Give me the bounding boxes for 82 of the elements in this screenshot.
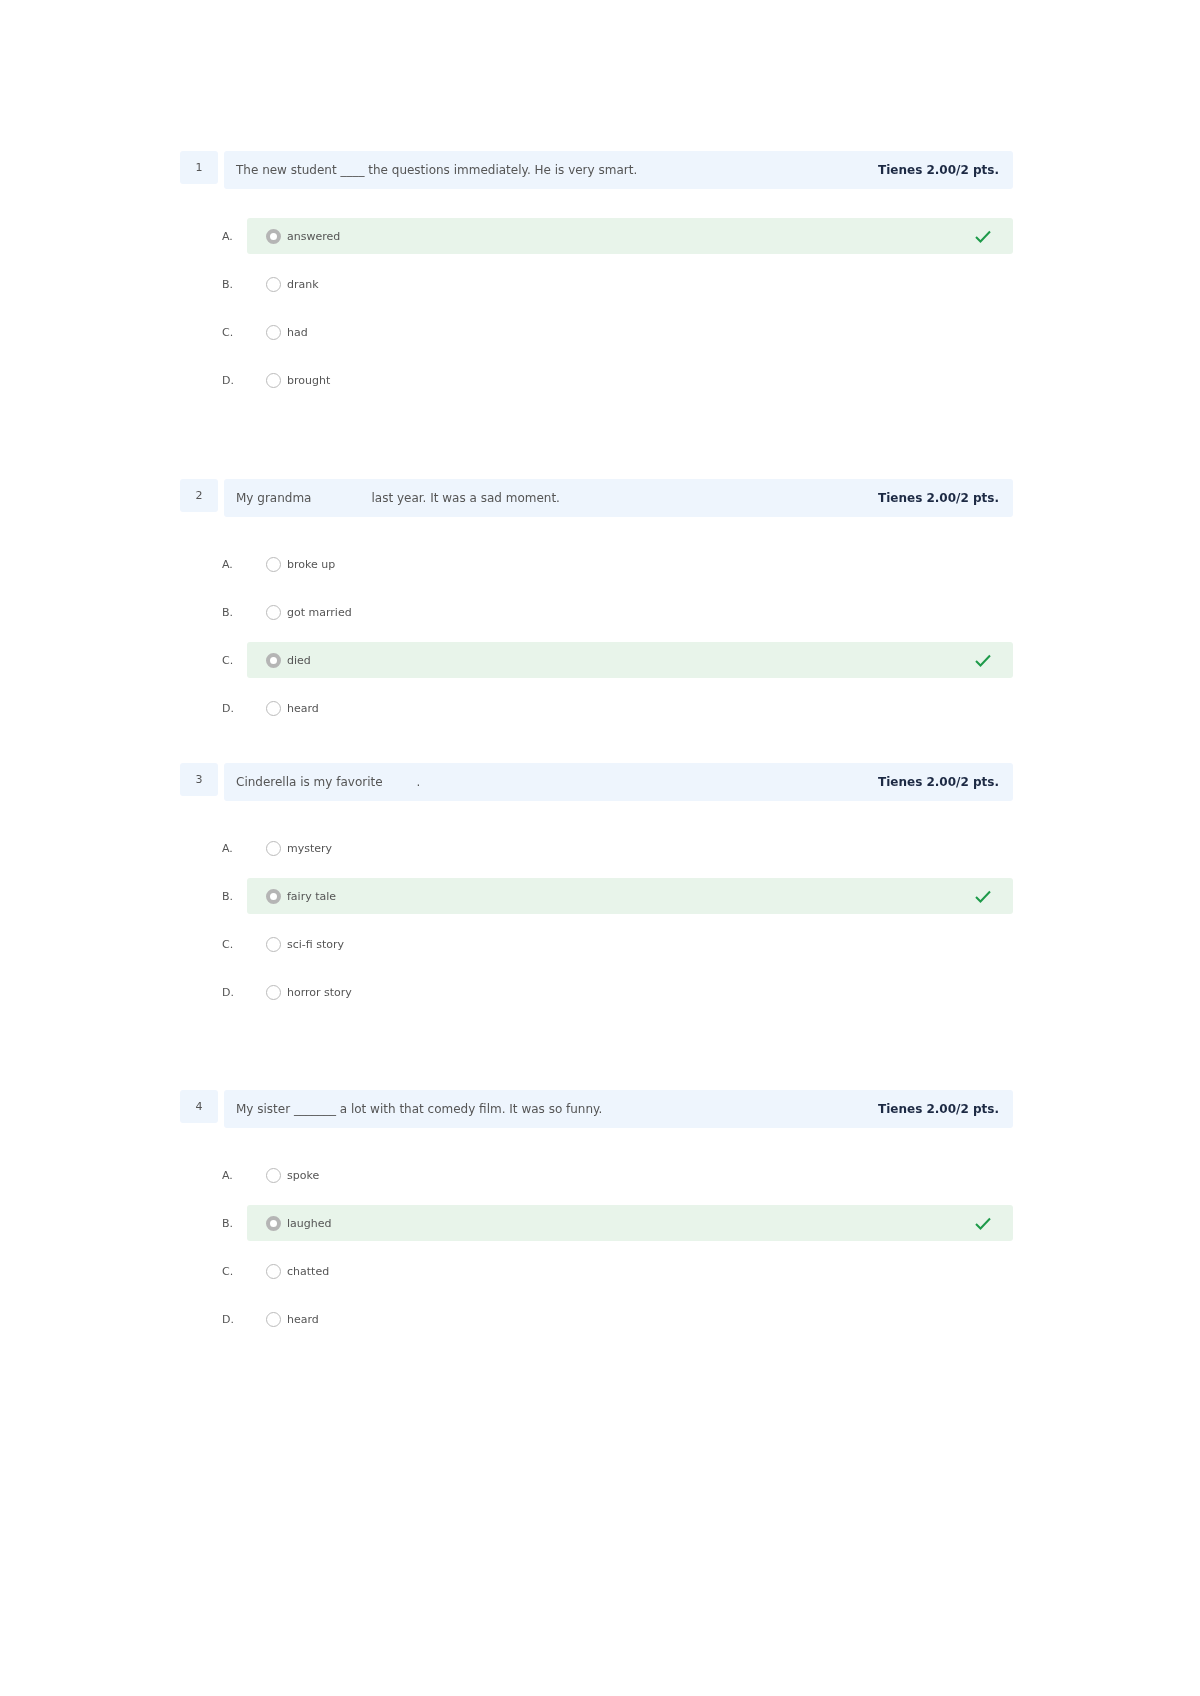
question-text: Cinderella is my favorite	[236, 775, 383, 789]
answer-option[interactable]: laughed	[247, 1205, 1013, 1241]
option-text: spoke	[287, 1168, 320, 1182]
option-letter: D.	[221, 373, 235, 387]
option-letter: D.	[221, 985, 235, 999]
answer-option[interactable]: mystery	[247, 830, 1013, 866]
option-text: sci-fi story	[287, 937, 345, 951]
question-number: 2	[180, 479, 218, 512]
answer-option[interactable]: horror story	[247, 974, 1013, 1010]
option-letter: B.	[221, 277, 235, 291]
radio-button[interactable]	[266, 984, 281, 1000]
option-letter: C.	[221, 653, 235, 667]
answer-option[interactable]: fairy tale	[247, 878, 1013, 914]
radio-button[interactable]	[266, 700, 281, 716]
radio-button[interactable]	[266, 372, 281, 388]
option-letter: A.	[221, 1168, 234, 1182]
score-text: Tienes 2.00/2 pts.	[878, 1102, 999, 1116]
question-text: .	[416, 775, 421, 789]
option-letter: B.	[221, 1216, 235, 1230]
answer-option[interactable]: had	[247, 314, 1013, 350]
radio-button[interactable]	[266, 1263, 281, 1279]
option-text: answered	[287, 229, 341, 243]
answer-option[interactable]: died	[247, 642, 1013, 678]
question-number: 1	[180, 151, 218, 184]
answer-option[interactable]: broke up	[247, 546, 1013, 582]
option-letter: A.	[221, 229, 234, 243]
option-text: drank	[287, 277, 319, 291]
option-text: mystery	[287, 841, 333, 855]
question-text: My grandma	[236, 491, 312, 505]
radio-button[interactable]	[266, 1311, 281, 1327]
radio-button[interactable]	[266, 324, 281, 340]
question-number: 3	[180, 763, 218, 796]
answer-option[interactable]: spoke	[247, 1157, 1013, 1193]
question-text: My sister _______ a lot with that comedy film. It was so funny.	[236, 1102, 603, 1116]
radio-button[interactable]	[266, 1215, 281, 1231]
answer-option[interactable]: got married	[247, 594, 1013, 630]
answer-option[interactable]: sci-fi story	[247, 926, 1013, 962]
radio-button[interactable]	[266, 1167, 281, 1183]
option-letter: B.	[221, 889, 235, 903]
option-letter: D.	[221, 1312, 235, 1326]
option-letter: A.	[221, 841, 234, 855]
option-letter: C.	[221, 937, 235, 951]
question-text: The new student ____ the questions immediately. He is very smart.	[236, 163, 638, 177]
radio-button[interactable]	[266, 604, 281, 620]
option-text: broke up	[287, 557, 336, 571]
option-letter: A.	[221, 557, 234, 571]
option-text: horror story	[287, 985, 352, 999]
answer-option[interactable]: answered	[247, 218, 1013, 254]
check-icon	[975, 653, 991, 667]
option-letter: C.	[221, 1264, 235, 1278]
option-text: had	[287, 325, 308, 339]
option-text: chatted	[287, 1264, 330, 1278]
option-text: laughed	[287, 1216, 332, 1230]
question-number: 4	[180, 1090, 218, 1123]
option-text: heard	[287, 701, 319, 715]
radio-button[interactable]	[266, 936, 281, 952]
score-text: Tienes 2.00/2 pts.	[878, 163, 999, 177]
answer-option[interactable]: heard	[247, 1301, 1013, 1337]
radio-button[interactable]	[266, 840, 281, 856]
answer-option[interactable]: brought	[247, 362, 1013, 398]
check-icon	[975, 1216, 991, 1230]
score-text: Tienes 2.00/2 pts.	[878, 775, 999, 789]
radio-button[interactable]	[266, 276, 281, 292]
answer-option[interactable]: drank	[247, 266, 1013, 302]
score-text: Tienes 2.00/2 pts.	[878, 491, 999, 505]
radio-button[interactable]	[266, 652, 281, 668]
check-icon	[975, 889, 991, 903]
radio-button[interactable]	[266, 556, 281, 572]
option-text: died	[287, 653, 311, 667]
check-icon	[975, 229, 991, 243]
option-text: brought	[287, 373, 331, 387]
radio-button[interactable]	[266, 888, 281, 904]
option-text: got married	[287, 605, 352, 619]
radio-button[interactable]	[266, 228, 281, 244]
answer-option[interactable]: heard	[247, 690, 1013, 726]
option-letter: B.	[221, 605, 235, 619]
option-text: fairy tale	[287, 889, 337, 903]
answer-option[interactable]: chatted	[247, 1253, 1013, 1289]
option-letter: C.	[221, 325, 235, 339]
question-text: last year. It was a sad moment.	[371, 491, 560, 505]
option-letter: D.	[221, 701, 235, 715]
option-text: heard	[287, 1312, 319, 1326]
